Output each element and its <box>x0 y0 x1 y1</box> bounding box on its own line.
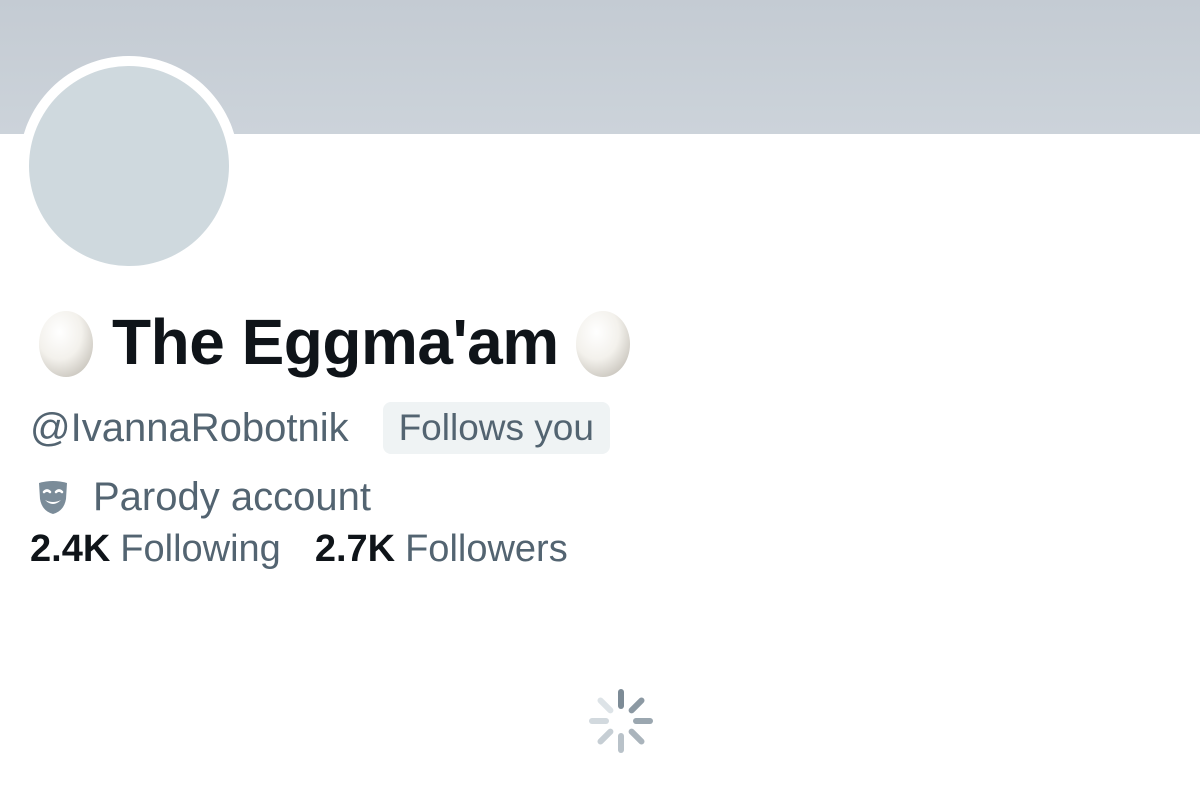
handle-row: @IvannaRobotnik Follows you <box>30 400 610 456</box>
follows-you-badge: Follows you <box>382 402 610 454</box>
parody-label-row: Parody account <box>33 472 371 522</box>
followers-label: Followers <box>405 528 568 570</box>
followers-link[interactable]: 2.7K Followers <box>315 525 568 573</box>
following-count: 2.4K <box>30 528 111 570</box>
following-label: Following <box>120 528 281 570</box>
display-name-row: The Eggma'am <box>36 306 633 378</box>
theater-mask-icon <box>39 481 67 514</box>
egg-icon <box>39 311 93 377</box>
profile-avatar[interactable] <box>19 56 239 276</box>
followers-count: 2.7K <box>314 528 396 570</box>
display-name: The Eggma'am <box>112 306 559 378</box>
follow-stats: 2.4K Following 2.7K Followers <box>30 524 602 574</box>
avatar-placeholder <box>29 66 229 266</box>
profile-page: The Eggma'am @IvannaRobotnik Follows you… <box>0 0 1200 795</box>
loading-spinner-icon <box>589 689 653 753</box>
egg-icon <box>575 311 630 377</box>
following-link[interactable]: 2.4K Following <box>30 525 281 573</box>
parody-account-label: Parody account <box>93 475 371 519</box>
user-handle: @IvannaRobotnik <box>30 406 349 450</box>
